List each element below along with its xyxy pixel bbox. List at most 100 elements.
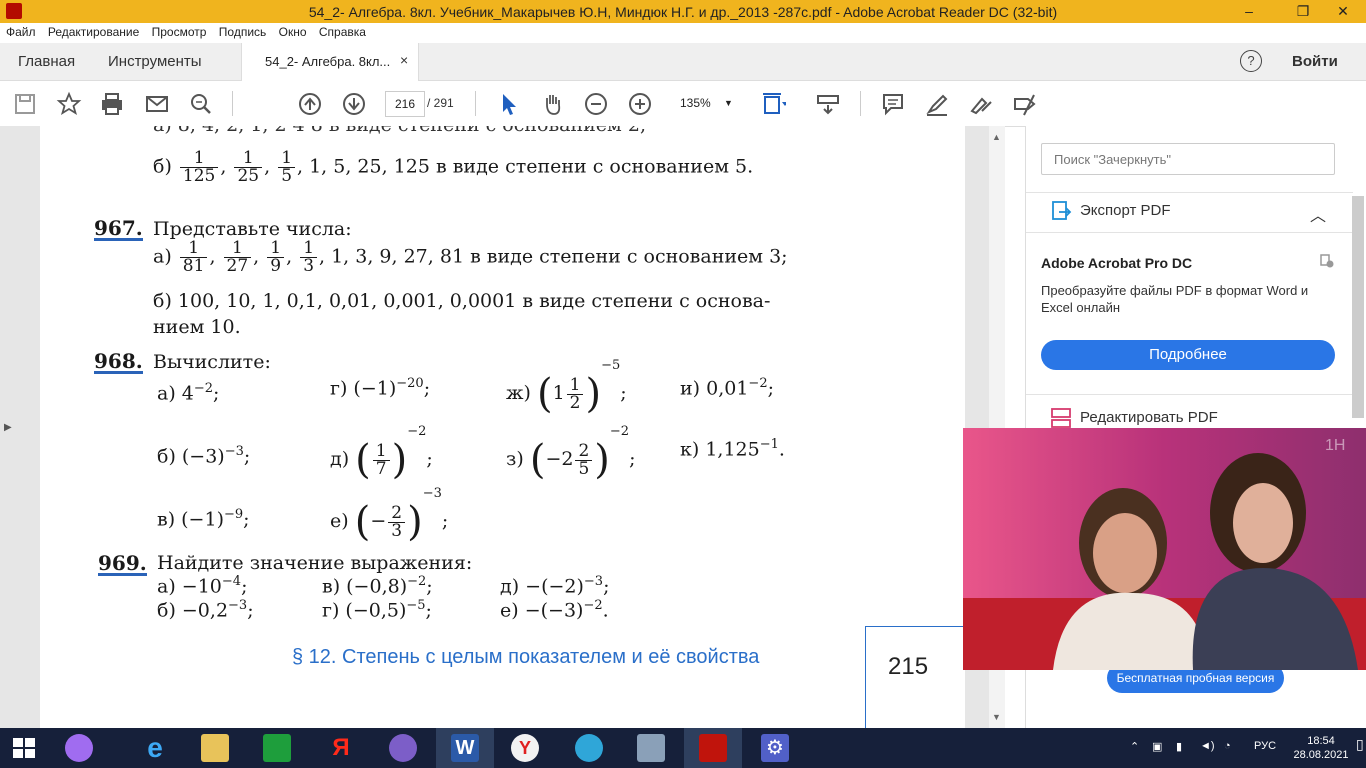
menu-edit[interactable]: Редактирование [45, 23, 142, 42]
yandex-icon[interactable]: Я [312, 728, 370, 768]
left-panel-toggle-icon[interactable]: ▶ [4, 422, 12, 433]
toolbar: 216 / 291 135% ▼ [0, 81, 1366, 127]
system-clock[interactable]: 18:54 28.08.2021 [1290, 734, 1352, 762]
comment-icon[interactable] [880, 91, 906, 117]
scroll-down-icon[interactable]: ▼ [992, 712, 1001, 722]
item-969e: е) −(−3)−2. [500, 598, 609, 622]
close-window-button[interactable]: ✕ [1320, 0, 1366, 23]
save-icon[interactable] [12, 91, 38, 117]
scrolling-mode-icon[interactable] [815, 91, 841, 117]
person-left-face [1093, 513, 1157, 593]
exercise-number-968: 968. [94, 349, 143, 374]
person-right-face [1233, 483, 1293, 563]
item-968b: б) (−3)−3; [157, 444, 251, 468]
scroll-up-icon[interactable]: ▲ [992, 132, 1001, 142]
page-footer: § 12. Степень с целым показателем и её с… [292, 646, 760, 668]
email-icon[interactable] [144, 91, 170, 117]
network-warning-icon[interactable]: ▣ [1152, 740, 1162, 753]
draw-icon[interactable] [968, 91, 994, 117]
word-icon[interactable]: W [436, 728, 494, 768]
zoom-in-icon[interactable] [627, 91, 653, 117]
next-page-icon[interactable] [341, 91, 367, 117]
battery-icon[interactable]: ▮ [1176, 740, 1182, 753]
channel-logo: 1Н [1325, 437, 1345, 454]
notifications-icon[interactable]: ▯ [1356, 736, 1364, 753]
item-969b: б) −0,2−3; [157, 598, 254, 622]
exercise-967a-line: а) 1 81, 1 27, 19, 13, 1, 3, 9, 27, 81 в в… [153, 238, 788, 276]
prev-page-icon[interactable] [297, 91, 323, 117]
page-fit-icon[interactable] [760, 91, 786, 117]
exercise-969-title: Найдите значение выражения: [157, 552, 473, 574]
select-cursor-icon[interactable] [496, 91, 522, 117]
viber-icon[interactable] [374, 728, 432, 768]
fill-sign-icon[interactable] [1012, 91, 1038, 117]
highlight-pen-icon[interactable] [924, 91, 950, 117]
export-pdf-item[interactable]: Экспорт PDF [1050, 200, 1171, 222]
wifi-icon[interactable]: ◔ [1224, 740, 1231, 752]
pdf-page: а) 8, 4, 2, 1, 2 4 8 в виде степени с ос… [40, 126, 965, 728]
clock-time: 18:54 [1307, 735, 1335, 747]
signin-button[interactable]: Войти [1292, 53, 1338, 70]
page-number-input[interactable]: 216 [385, 91, 425, 117]
alice-assistant-icon[interactable] [50, 728, 108, 768]
close-tab-icon[interactable]: × [400, 52, 408, 68]
exercise-967-title: Представьте числа: [153, 218, 352, 240]
help-icon[interactable]: ? [1240, 50, 1262, 72]
search-icon[interactable] [188, 91, 214, 117]
zoom-value: 135% [680, 96, 711, 110]
file-explorer-icon[interactable] [186, 728, 244, 768]
yandex-browser-icon[interactable]: Y [496, 728, 554, 768]
volume-icon[interactable]: ◄) [1200, 740, 1215, 752]
zoom-out-icon[interactable] [583, 91, 609, 117]
ie-browser-icon[interactable]: e [126, 728, 184, 768]
item-969d: д) −(−2)−3; [500, 574, 610, 598]
zoom-select[interactable]: 135% ▼ [676, 91, 738, 115]
menu-view[interactable]: Просмотр [149, 23, 210, 42]
print-icon[interactable] [99, 91, 125, 117]
input-language[interactable]: РУС [1254, 740, 1276, 752]
page-number-box: 215 [865, 626, 965, 728]
bookmark-star-icon[interactable] [56, 91, 82, 117]
item-969v: в) (−0,8)−2; [322, 574, 433, 598]
exercise-966a-line: а) 8, 4, 2, 1, 2 4 8 в виде степени с ос… [153, 126, 646, 136]
tools-search-input[interactable]: Поиск "Зачеркнуть" [1041, 143, 1335, 175]
item-969a: а) −10−4; [157, 574, 248, 598]
exercise-967b-line2: нием 10. [153, 316, 241, 338]
tab-tools[interactable]: Инструменты [108, 53, 202, 70]
item-968i: и) 0,01−2; [680, 376, 774, 400]
panel-scrollbar[interactable] [1352, 196, 1364, 418]
settings-gear-icon[interactable]: ⚙ [746, 728, 804, 768]
document-viewer[interactable]: ▶ а) 8, 4, 2, 1, 2 4 8 в виде степени с … [0, 126, 1005, 728]
minimize-button[interactable]: – [1226, 0, 1272, 23]
edit-pdf-icon [1051, 408, 1071, 428]
store-icon[interactable] [248, 728, 306, 768]
menu-sign[interactable]: Подпись [216, 23, 270, 42]
item-968zh: ж) (1 1 2)−5; [506, 358, 627, 417]
more-button[interactable]: Подробнее [1041, 340, 1335, 370]
item-968z: з) (−2 2 5)−2; [506, 424, 636, 483]
acrobat-taskbar-icon[interactable] [684, 728, 742, 768]
exercise-number-967: 967. [94, 216, 143, 241]
export-pdf-icon [1052, 201, 1072, 220]
menu-file[interactable]: Файл [3, 23, 39, 42]
collapse-chevron-icon[interactable]: ︿ [1310, 202, 1326, 226]
edge-browser-icon[interactable] [560, 728, 618, 768]
video-overlay[interactable]: 1Н [963, 428, 1366, 670]
clock-date: 28.08.2021 [1293, 749, 1349, 761]
exercise-967b-line: б) 100, 10, 1, 0,1, 0,01, 0,001, 0,0001 … [153, 290, 771, 312]
calculator-icon[interactable] [622, 728, 680, 768]
tab-document[interactable]: 54_2- Алгебра. 8кл... × [241, 43, 419, 81]
menu-help[interactable]: Справка [316, 23, 369, 42]
exercise-966b-line: б) 1 125, 1 25, 15, 1, 5, 25, 125 в виде с… [153, 148, 754, 186]
chevron-down-icon: ▼ [724, 98, 733, 108]
document-settings-icon[interactable] [1319, 253, 1335, 269]
menu-bar: Файл Редактирование Просмотр Подпись Окн… [0, 23, 1366, 43]
page-number: 215 [888, 653, 929, 680]
tab-home[interactable]: Главная [18, 53, 75, 70]
windows-start-icon[interactable] [13, 738, 35, 758]
exercise-number-969: 969. [98, 551, 147, 576]
hand-tool-icon[interactable] [540, 91, 566, 117]
edit-pdf-item[interactable]: Редактировать PDF [1050, 407, 1218, 429]
show-hidden-icons-icon[interactable]: ⌃ [1130, 740, 1139, 753]
menu-window[interactable]: Окно [276, 23, 310, 42]
